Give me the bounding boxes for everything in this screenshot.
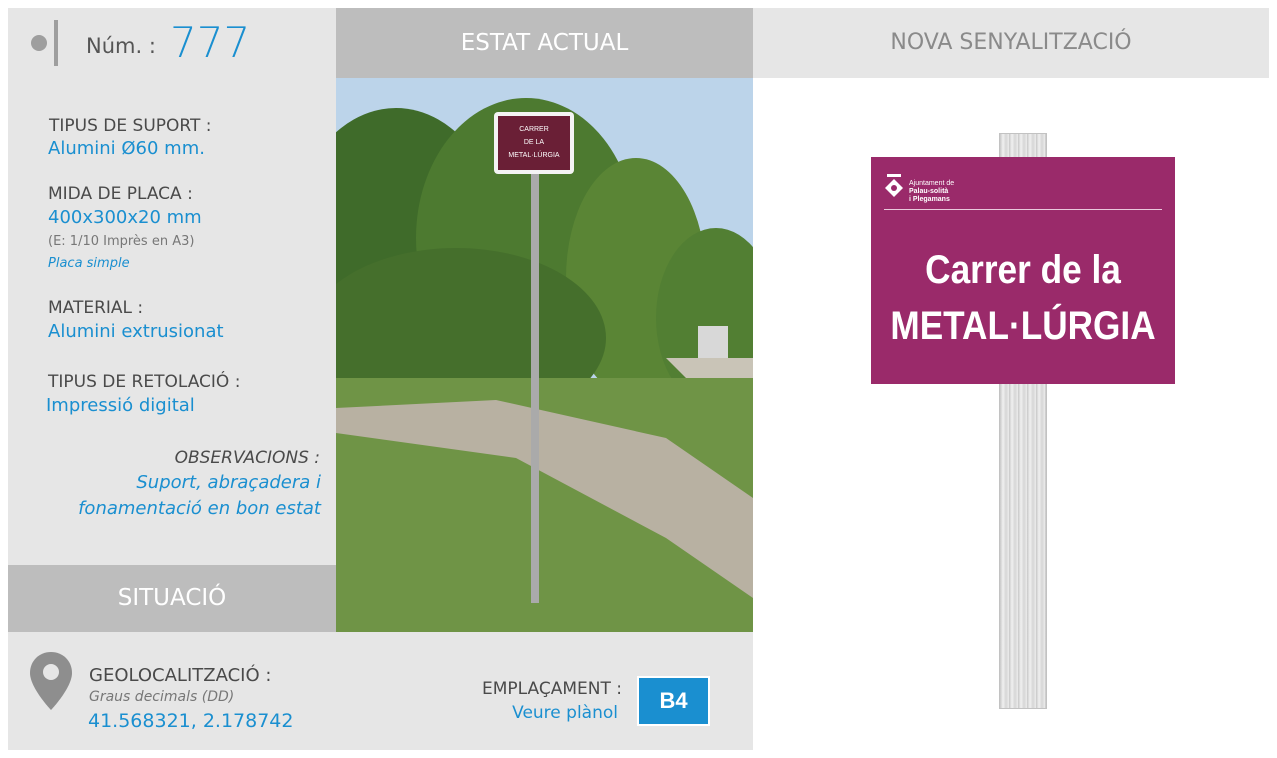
shield-icon <box>885 174 903 197</box>
material-label: MATERIAL : <box>48 298 144 318</box>
map-link[interactable]: Veure plànol <box>430 703 618 723</box>
nova-title: NOVA SENYALITZACIÓ <box>890 30 1132 55</box>
photo-sign-line3: METAL·LÚRGIA <box>508 150 560 159</box>
sign-line2: METAL·LÚRGIA <box>890 304 1156 348</box>
retolacio-label: TIPUS DE RETOLACIÓ : <box>48 372 241 392</box>
observacions-label: OBSERVACIONS : <box>174 448 320 468</box>
plate-divider <box>884 209 1162 210</box>
org-line1: Ajuntament de <box>909 180 955 187</box>
suport-value: Alumini Ø60 mm. <box>48 138 205 159</box>
material-value: Alumini extrusionat <box>48 321 224 342</box>
org-line3: i Plegamans <box>909 196 950 203</box>
photo-sign-line1: CARRER <box>519 126 549 133</box>
sign-number: 777 <box>170 18 251 67</box>
sign-line1: Carrer de la <box>925 248 1121 292</box>
location-pin-icon <box>30 652 72 710</box>
mida-type: Placa simple <box>48 256 130 271</box>
current-state-photo: CARRER DE LA METAL·LÚRGIA <box>336 78 753 632</box>
geo-coordinates: 41.568321, 2.178742 <box>88 710 294 732</box>
emplacament-label: EMPLAÇAMENT : <box>482 679 622 699</box>
grid-ref-badge: B4 <box>637 676 710 726</box>
num-label: Núm. : <box>86 34 156 58</box>
estat-title: ESTAT ACTUAL <box>460 30 629 56</box>
photo-sign-line2: DE LA <box>524 139 545 146</box>
org-line2: Palau-solità <box>909 188 949 195</box>
geo-label: GEOLOCALITZACIÓ : <box>89 665 272 686</box>
separator <box>54 20 58 66</box>
observacions-line2: fonamentació en bon estat <box>78 498 321 519</box>
suport-label: TIPUS DE SUPORT : <box>49 116 212 136</box>
mida-value: 400x300x20 mm <box>48 207 202 228</box>
retolacio-value: Impressió digital <box>46 395 195 416</box>
bullet-icon <box>31 35 47 51</box>
mida-label: MIDA DE PLACA : <box>48 184 193 204</box>
mida-scale: (E: 1/10 Imprès en A3) <box>48 234 195 249</box>
observacions-line1: Suport, abraçadera i <box>136 472 321 493</box>
geo-format: Graus decimals (DD) <box>89 689 235 705</box>
situacio-title: SITUACIÓ <box>117 585 227 611</box>
